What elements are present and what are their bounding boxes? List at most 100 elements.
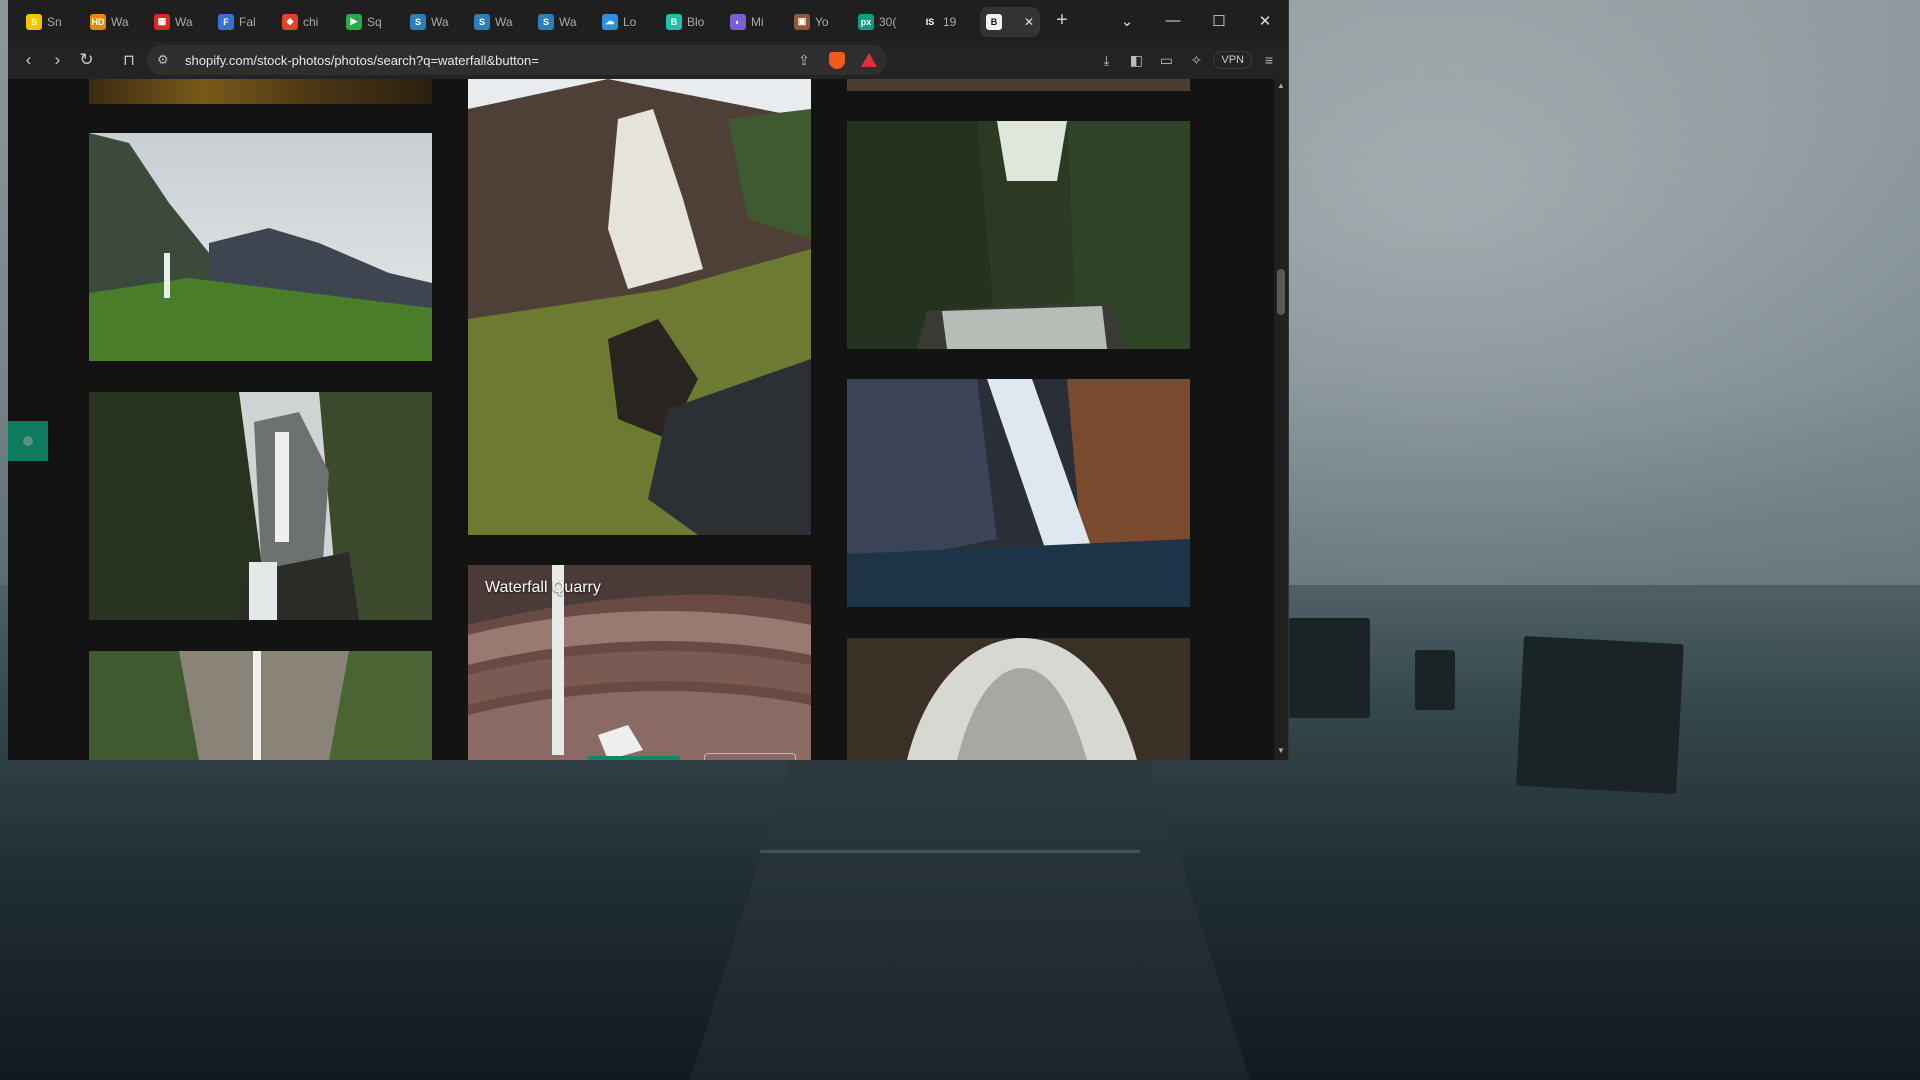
- photo-tall-waterfall: [89, 651, 432, 760]
- new-tab-button[interactable]: +: [1048, 9, 1076, 32]
- tab-label: Mi: [751, 14, 764, 29]
- photo-canyon-waterfall: [847, 379, 1190, 607]
- maximize-button[interactable]: ☐: [1196, 12, 1242, 30]
- photo-card[interactable]: [89, 79, 432, 104]
- tab-strip: S Sn HD Wa ▦ Wa F Fal ◆ chi ▶ Sq S Wa S Wa S Wa ☁ Lo B Blo ◐ Mi…: [8, 0, 1288, 41]
- tab-favicon-icon: S: [474, 13, 490, 30]
- tab[interactable]: px 30(: [852, 7, 916, 37]
- tab[interactable]: ◐ Mi: [724, 7, 788, 37]
- tab-favicon-icon: S: [410, 13, 426, 30]
- photo-mountain-valley: [89, 133, 432, 361]
- photo-boots-waterfall: [468, 79, 811, 535]
- photo-forest-waterfall: [89, 392, 432, 620]
- bookmark-icon[interactable]: ⊓: [119, 51, 139, 69]
- tab[interactable]: ▶ Sq: [340, 7, 404, 37]
- tab-favicon-icon: S: [26, 13, 42, 30]
- wallpaper-post: [1516, 635, 1684, 795]
- photo-jungle-cascade: [847, 121, 1190, 349]
- photo-card[interactable]: [89, 133, 432, 361]
- brave-rewards-icon[interactable]: [861, 53, 877, 67]
- navigation-toolbar: ‹ › ↻ ⊓ ⚙ shopify.com/stock-photos/photo…: [8, 41, 1288, 79]
- photo-card[interactable]: Waterfall Quarry: [468, 565, 811, 760]
- menu-icon[interactable]: ≡: [1256, 52, 1282, 68]
- tab[interactable]: ◆ chi: [276, 7, 340, 37]
- tab-label: Lo: [623, 14, 637, 29]
- photo-card[interactable]: [89, 651, 432, 760]
- photo-card[interactable]: [847, 379, 1190, 607]
- photo-caption: Waterfall Quarry: [485, 579, 601, 596]
- brave-shields-icon[interactable]: [829, 51, 845, 69]
- wallpaper-post: [1415, 650, 1455, 710]
- forward-button[interactable]: ›: [43, 50, 72, 70]
- tab-favicon-icon: B: [986, 13, 1002, 30]
- toolbar-right: ⤓ ◧ ▭ ✧ VPN ≡: [1093, 51, 1282, 69]
- tab[interactable]: HD Wa: [84, 7, 148, 37]
- tab-label: Wa: [559, 14, 577, 29]
- tab-label: Sn: [47, 14, 62, 29]
- browser-window: S Sn HD Wa ▦ Wa F Fal ◆ chi ▶ Sq S Wa S Wa S Wa ☁ Lo B Blo ◐ Mi…: [8, 0, 1289, 761]
- reload-button[interactable]: ↻: [72, 50, 101, 70]
- feedback-widget-button[interactable]: [8, 421, 48, 461]
- photo-card[interactable]: [847, 638, 1190, 760]
- tab[interactable]: ▦ Wa: [148, 7, 212, 37]
- tab-favicon-icon: ◆: [282, 13, 298, 30]
- scroll-down-arrow-icon[interactable]: ▼: [1274, 746, 1288, 758]
- url-text[interactable]: shopify.com/stock-photos/photos/search?q…: [185, 53, 793, 68]
- close-window-button[interactable]: ✕: [1242, 12, 1288, 30]
- scroll-up-arrow-icon[interactable]: ▲: [1274, 81, 1288, 93]
- scrollbar-thumb[interactable]: [1277, 269, 1285, 315]
- leo-ai-icon[interactable]: ✧: [1183, 52, 1209, 69]
- page-scrollbar[interactable]: ▲ ▼: [1274, 79, 1288, 760]
- tab-favicon-icon: HD: [90, 13, 106, 30]
- tab[interactable]: S Wa: [468, 7, 532, 37]
- tab-favicon-icon: ▦: [154, 13, 170, 30]
- tab[interactable]: S Wa: [532, 7, 596, 37]
- tab[interactable]: IS 19: [916, 7, 980, 37]
- address-bar[interactable]: ⚙ shopify.com/stock-photos/photos/search…: [147, 45, 887, 75]
- search-results-page: Waterfall Quarry: [8, 79, 1276, 760]
- tab-label: 30(: [879, 14, 897, 29]
- floating-outline-tab[interactable]: [704, 753, 796, 760]
- sidebar-icon[interactable]: ◧: [1123, 52, 1149, 69]
- download-icon[interactable]: ⤓: [1093, 52, 1119, 69]
- window-controls: ⌄ — ☐ ✕: [1104, 0, 1288, 41]
- close-tab-icon[interactable]: ✕: [1024, 15, 1034, 29]
- photo-card[interactable]: [89, 392, 432, 620]
- tab[interactable]: B Blo: [660, 7, 724, 37]
- tab-label: Wa: [495, 14, 513, 29]
- photo-card[interactable]: [847, 121, 1190, 349]
- tab-label: Wa: [175, 14, 193, 29]
- tab-label: Yo: [815, 14, 829, 29]
- site-settings-icon[interactable]: ⚙: [157, 52, 177, 68]
- tab-favicon-icon: ☁: [602, 13, 618, 30]
- tab-favicon-icon: IS: [922, 13, 938, 30]
- vpn-button[interactable]: VPN: [1213, 51, 1252, 69]
- tab[interactable]: S Sn: [20, 7, 84, 37]
- tab[interactable]: F Fal: [212, 7, 276, 37]
- tab[interactable]: S Wa: [404, 7, 468, 37]
- tab-label: chi: [303, 14, 319, 29]
- tab-favicon-icon: F: [218, 13, 234, 30]
- photo-card[interactable]: [847, 79, 1190, 91]
- tab-search-dropdown-icon[interactable]: ⌄: [1104, 12, 1150, 30]
- tab-favicon-icon: ◐: [730, 13, 746, 30]
- info-icon: [23, 436, 33, 446]
- tab-favicon-icon: px: [858, 13, 874, 30]
- share-icon[interactable]: ⇪: [793, 52, 815, 69]
- photo-card[interactable]: [468, 79, 811, 535]
- back-button[interactable]: ‹: [14, 50, 43, 70]
- tab[interactable]: ☁ Lo: [596, 7, 660, 37]
- wallet-icon[interactable]: ▭: [1153, 52, 1179, 69]
- minimize-button[interactable]: —: [1150, 12, 1196, 29]
- tab[interactable]: ▣ Yo: [788, 7, 852, 37]
- tab-active[interactable]: B ✕: [980, 6, 1040, 37]
- tab-label: 19: [943, 14, 957, 29]
- tab-label: Wa: [431, 14, 449, 29]
- tab-favicon-icon: S: [538, 13, 554, 30]
- photo-silky-waterfall: [847, 638, 1190, 760]
- tab-favicon-icon: ▣: [794, 13, 810, 30]
- tab-label: Sq: [367, 14, 382, 29]
- tab-label: Fal: [239, 14, 256, 29]
- floating-action-tab[interactable]: [588, 756, 680, 760]
- wallpaper-post: [1288, 618, 1370, 718]
